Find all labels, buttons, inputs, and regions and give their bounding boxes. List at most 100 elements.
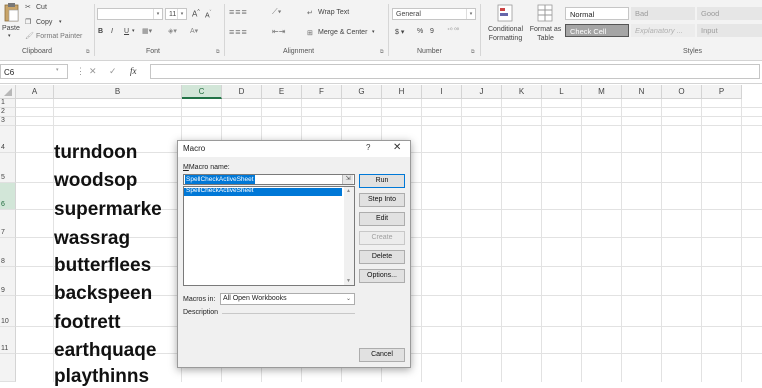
column-header-l[interactable]: L [542,85,582,99]
column-header-d[interactable]: D [222,85,262,99]
row-header-10[interactable]: 10 [0,296,16,327]
row-number: 4 [1,144,5,151]
row-header-3[interactable]: 3 [0,117,16,126]
cell-b4[interactable]: turndoon [54,142,137,164]
style-good[interactable]: Good [697,7,762,20]
macro-name-input[interactable]: SpellCheckActiveSheet ⇲ [183,174,355,185]
shrink-font-icon[interactable]: Aˇ [205,10,211,19]
decimal-icons[interactable]: ⁺⁰ ⁰⁰ [447,27,459,34]
row-header-partial[interactable] [0,354,16,382]
row-header-4[interactable]: 4 [0,126,16,153]
dialog-launcher-icon[interactable]: ⧉ [216,49,220,55]
cell-b12[interactable]: playthinns [54,366,149,388]
run-button[interactable]: Run [359,174,405,188]
dialog-launcher-icon[interactable]: ⧉ [471,49,475,55]
row-header-1[interactable]: 1 [0,99,16,108]
ref-edit-icon[interactable]: ⇲ [342,175,353,184]
column-header-c[interactable]: C [182,85,222,99]
conditional-formatting-label: Conditional Formatting [487,26,524,42]
chevron-down-icon: ⌄ [345,296,351,302]
paste-button[interactable]: Paste ▾ [2,2,22,42]
borders-icon[interactable]: ▦▾ [142,27,152,35]
options-button[interactable]: Options... [359,269,405,283]
column-header-n[interactable]: N [622,85,662,99]
font-size-combo[interactable]: 11 ▾ [165,8,187,20]
fill-color-icon[interactable]: ◈▾ [168,27,177,35]
select-all-corner[interactable] [0,85,16,99]
enter-formula-icon[interactable]: ✓ [109,66,117,77]
delete-button[interactable]: Delete [359,250,405,264]
align-top-icons[interactable]: ≡≡≡ [229,7,248,17]
chevron-down-icon[interactable]: ▾ [56,67,59,73]
underline-button[interactable]: U [124,28,129,35]
comma-button[interactable]: 9 [430,28,434,35]
column-header-k[interactable]: K [502,85,542,99]
column-header-b[interactable]: B [54,85,182,99]
font-color-icon[interactable]: A▾ [190,27,198,35]
row-header-2[interactable]: 2 [0,108,16,117]
cancel-button[interactable]: Cancel [359,348,405,362]
merge-center-label: Merge & Center [318,29,368,36]
style-bad[interactable]: Bad [631,7,695,20]
column-header-m[interactable]: M [582,85,622,99]
gridline [701,99,702,382]
cell-b7[interactable]: wassrag [54,228,130,250]
run-label: Run [375,177,389,184]
column-header-g[interactable]: G [342,85,382,99]
cell-b11[interactable]: earthquaqe [54,340,156,362]
bold-button[interactable]: B [98,28,103,35]
column-header-j[interactable]: J [462,85,502,99]
row-number: 1 [1,99,5,106]
macro-list[interactable]: SpellCheckActiveSheet ▲ ▼ [183,186,355,286]
cell-b8[interactable]: butterflees [54,255,151,277]
column-header-e[interactable]: E [262,85,302,99]
formula-bar: C6 ▾ ⋮ ✕ ✓ fx [0,61,762,84]
function-icon[interactable]: fx [130,66,137,76]
column-header-f[interactable]: F [302,85,342,99]
dialog-launcher-icon[interactable]: ⧉ [380,49,384,55]
style-input[interactable]: Input [697,24,762,37]
gridline [621,99,622,382]
font-name-combo[interactable]: ▾ [97,8,163,20]
formula-input[interactable] [150,64,760,79]
list-item[interactable]: SpellCheckActiveSheet [184,187,342,196]
create-button[interactable]: Create [359,231,405,245]
scroll-down-icon[interactable]: ▼ [346,278,351,284]
row-header-11[interactable]: 11 [0,327,16,354]
scissors-icon: ✂ [25,4,31,11]
orientation-icon[interactable]: ⟋▾ [272,7,282,17]
row-header-7[interactable]: 7 [0,210,16,238]
step-into-button[interactable]: Step Into [359,193,405,207]
style-explanatory[interactable]: Explanatory ... [631,24,695,37]
grow-font-icon[interactable]: A^ [192,9,200,19]
macros-in-select[interactable]: All Open Workbooks ⌄ [220,293,355,305]
column-header-o[interactable]: O [662,85,702,99]
align-horizontal-icons[interactable]: ≡≡≡ [229,27,248,37]
help-icon[interactable]: ? [366,143,370,152]
percent-button[interactable]: % [417,28,423,35]
column-header-a[interactable]: A [16,85,54,99]
row-header-9[interactable]: 9 [0,267,16,296]
edit-button[interactable]: Edit [359,212,405,226]
number-format-combo[interactable]: General ▾ [392,8,476,20]
style-check-cell[interactable]: Check Cell [565,24,629,37]
style-normal[interactable]: Normal [565,7,629,20]
cell-b5[interactable]: woodsop [54,170,137,192]
column-header-p[interactable]: P [702,85,742,99]
row-header-8[interactable]: 8 [0,238,16,267]
scrollbar[interactable]: ▲ ▼ [344,187,354,285]
row-header-6[interactable]: 6 [0,183,16,210]
italic-button[interactable]: I [111,28,113,35]
cell-b6[interactable]: supermarke [54,199,162,221]
cancel-formula-icon[interactable]: ✕ [89,66,97,77]
indent-icons[interactable]: ⇤⇥ [272,27,285,36]
scroll-up-icon[interactable]: ▲ [346,188,351,194]
dialog-launcher-icon[interactable]: ⧉ [86,49,90,55]
cell-b10[interactable]: footrett [54,312,120,334]
column-header-i[interactable]: I [422,85,462,99]
currency-button[interactable]: $ ▾ [395,28,404,36]
cell-b9[interactable]: backspeen [54,283,152,305]
close-icon[interactable]: ✕ [393,142,401,153]
column-header-h[interactable]: H [382,85,422,99]
row-header-5[interactable]: 5 [0,153,16,183]
